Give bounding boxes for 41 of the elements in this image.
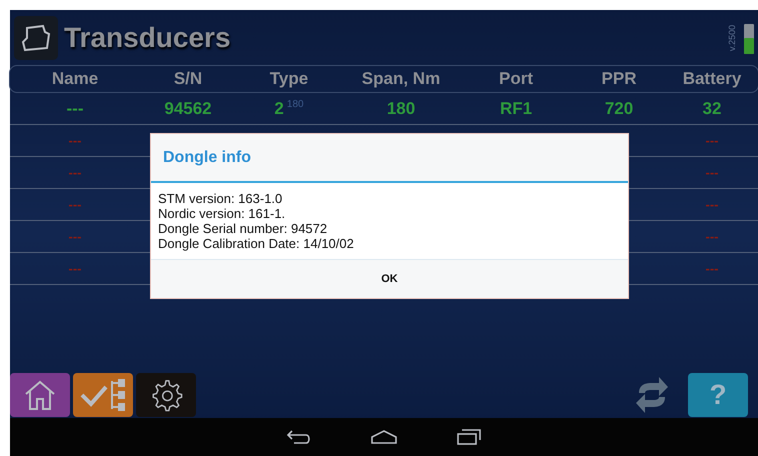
dialog-title: Dongle info — [151, 134, 628, 183]
column-header: PPR — [600, 69, 638, 89]
sync-icon[interactable] — [635, 377, 669, 413]
info-line: STM version: 163-1.0 — [158, 191, 284, 206]
table-cell: 720 — [604, 98, 634, 118]
table-cell: --- — [706, 133, 718, 148]
table-cell: RF1 — [500, 98, 532, 118]
column-header: Type — [268, 69, 310, 89]
table-cell: 180 — [386, 98, 416, 118]
table-cell: --- — [68, 133, 82, 148]
ok-button[interactable]: OK — [151, 260, 628, 298]
checklist-button[interactable] — [73, 373, 133, 417]
table-cell: 32 — [702, 98, 722, 118]
table-cell: --- — [68, 261, 82, 276]
settings-button[interactable] — [136, 373, 196, 417]
column-header: Battery — [682, 69, 742, 89]
table-cell: --- — [68, 229, 82, 244]
back-icon[interactable] — [286, 429, 312, 445]
column-header: S/N — [172, 69, 204, 89]
table-cell: --- — [706, 229, 718, 244]
column-header: Port — [498, 69, 534, 89]
table-cell: --- — [68, 197, 82, 212]
column-header: Span, Nm — [360, 69, 442, 89]
table-cell: --- — [706, 165, 718, 180]
battery-icon — [744, 22, 754, 54]
table-cell: --- — [706, 261, 718, 276]
recent-apps-icon[interactable] — [456, 429, 482, 445]
info-line: Nordic version: 161-1. — [158, 206, 286, 221]
page-title: Transducers — [64, 22, 232, 54]
table-cell: 94562 — [164, 98, 212, 118]
info-line: Dongle Serial number: 94572 — [158, 221, 328, 236]
info-line: Dongle Calibration Date: 14/10/02 — [158, 236, 355, 251]
table-cell: --- — [66, 98, 84, 118]
column-header: Name — [50, 69, 100, 89]
table-cell: --- — [706, 197, 718, 212]
app-icon[interactable] — [14, 16, 58, 60]
home-button[interactable] — [10, 373, 70, 417]
version-label: v.2500 — [727, 24, 737, 51]
home-icon[interactable] — [370, 430, 398, 444]
table-cell: --- — [68, 165, 82, 180]
outline-icon — [21, 24, 51, 52]
